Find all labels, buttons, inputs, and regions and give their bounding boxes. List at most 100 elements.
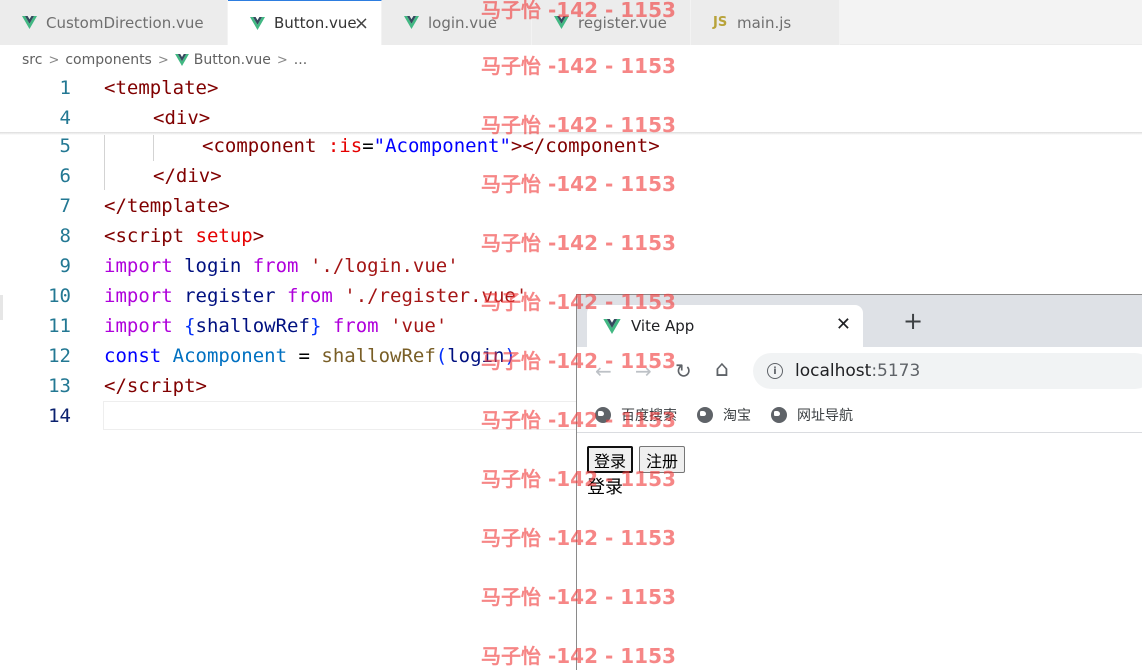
code-token: script <box>126 375 196 397</box>
code-token: from <box>332 315 379 337</box>
back-icon[interactable]: ← <box>595 359 612 383</box>
editor-tab-bar: CustomDirection.vue Button.vue × login.v… <box>0 0 1142 45</box>
code-token: </ <box>104 195 127 217</box>
vue-icon <box>22 16 40 29</box>
code-token: > <box>195 375 207 397</box>
code-token: './register.vue' <box>344 285 528 307</box>
bookmark-baidu[interactable]: 百度搜索 <box>595 405 677 425</box>
line-number: 12 <box>48 345 71 367</box>
tab-main-js[interactable]: JS main.js <box>691 0 840 45</box>
browser-tab-vite-app[interactable]: Vite App ✕ <box>587 305 863 347</box>
reload-icon[interactable]: ↻ <box>675 359 692 383</box>
code-token: ) <box>504 345 516 367</box>
line-number: 8 <box>59 225 71 247</box>
tab-label: main.js <box>737 13 792 32</box>
code-token: './login.vue' <box>309 255 459 277</box>
bookmark-label: 网址导航 <box>797 407 853 424</box>
vue-icon <box>603 318 621 334</box>
close-icon[interactable]: × <box>354 13 369 34</box>
breadcrumb-file[interactable]: Button.vue <box>194 52 271 68</box>
bookmark-label: 百度搜索 <box>621 407 677 424</box>
vue-icon <box>174 54 189 66</box>
tab-login-vue[interactable]: login.vue <box>382 0 532 45</box>
tab-button-vue[interactable]: Button.vue × <box>228 0 382 45</box>
code-token: < <box>104 77 116 99</box>
js-icon: JS <box>713 15 728 30</box>
vue-icon <box>250 16 268 30</box>
chevron-right-icon: > <box>157 52 169 68</box>
code-token: < <box>104 225 116 247</box>
code-token: div <box>175 165 211 187</box>
tab-label: register.vue <box>578 13 667 32</box>
globe-icon <box>771 406 787 423</box>
code-token: shallowRef <box>195 315 310 337</box>
code-token: template <box>115 77 207 99</box>
current-line-highlight <box>103 401 593 430</box>
code-token: Acomponent <box>172 345 288 367</box>
code-token: < <box>153 107 165 129</box>
code-token: import <box>104 315 173 337</box>
tab-customdirection-vue[interactable]: CustomDirection.vue <box>0 0 228 45</box>
breadcrumb-more[interactable]: ... <box>294 52 307 68</box>
code-token: = <box>287 345 322 367</box>
code-token: setup <box>195 225 253 247</box>
code-token: = <box>362 135 374 157</box>
code-token: ></ <box>510 135 546 157</box>
browser-window: Vite App ✕ + ← → ↻ ⌂ i localhost:5173 百度… <box>576 294 1142 670</box>
breadcrumb-components[interactable]: components <box>65 52 152 68</box>
tab-register-vue[interactable]: register.vue <box>532 0 691 45</box>
code-token: import <box>104 255 173 277</box>
url-port: :5173 <box>871 361 921 381</box>
new-tab-icon[interactable]: + <box>903 309 923 333</box>
browser-toolbar: ← → ↻ ⌂ i localhost:5173 <box>577 347 1142 397</box>
code-token: { <box>184 315 196 337</box>
code-token: ( <box>435 345 448 367</box>
info-icon[interactable]: i <box>767 363 783 379</box>
code-token: component <box>545 135 649 157</box>
code-token: </ <box>104 375 127 397</box>
code-token: template <box>126 195 219 217</box>
address-bar[interactable]: i localhost:5173 <box>753 353 1142 389</box>
close-icon[interactable]: ✕ <box>836 314 851 335</box>
code-token: > <box>206 77 219 99</box>
browser-tab-strip: Vite App ✕ + <box>577 295 1142 347</box>
bookmark-label: 淘宝 <box>723 407 751 424</box>
vue-icon <box>404 16 422 29</box>
code-token: :is <box>327 135 363 157</box>
code-token: div <box>164 107 199 129</box>
chevron-right-icon: > <box>48 52 60 68</box>
code-token: const <box>104 345 162 367</box>
line-number: 6 <box>59 165 71 187</box>
code-token: } <box>309 315 322 337</box>
code-token: component <box>213 135 317 157</box>
code-token: > <box>210 165 222 187</box>
login-button[interactable]: 登录 <box>587 446 634 473</box>
globe-icon <box>595 406 611 423</box>
code-token: > <box>198 107 211 129</box>
code-token: > <box>218 195 230 217</box>
bookmarks-bar: 百度搜索 淘宝 网址导航 <box>577 397 1142 433</box>
bookmark-nav[interactable]: 网址导航 <box>771 405 853 425</box>
url-host: localhost <box>795 361 872 381</box>
code-token: </ <box>153 165 176 187</box>
forward-icon[interactable]: → <box>635 359 652 383</box>
indent-guide <box>104 135 105 190</box>
breadcrumb-src[interactable]: src <box>22 52 42 68</box>
code-token: 'vue' <box>390 315 448 337</box>
code-token: login <box>172 255 253 277</box>
home-icon[interactable]: ⌂ <box>715 357 729 382</box>
line-number: 4 <box>59 107 71 129</box>
breadcrumb: src > components > Button.vue > ... <box>0 45 1142 75</box>
code-token: import <box>104 285 173 307</box>
line-number: 9 <box>59 255 71 277</box>
register-button[interactable]: 注册 <box>639 446 686 473</box>
component-output-text: 登录 <box>587 477 623 498</box>
bookmark-taobao[interactable]: 淘宝 <box>697 405 751 425</box>
code-token: from <box>252 255 299 277</box>
line-number: 13 <box>48 375 71 397</box>
